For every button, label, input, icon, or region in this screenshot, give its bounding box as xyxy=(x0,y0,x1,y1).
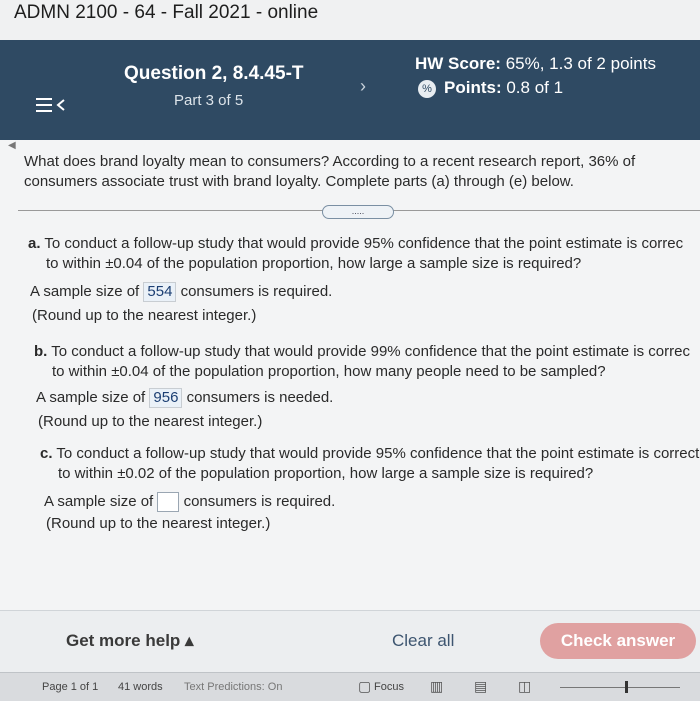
word-count: 41 words xyxy=(118,681,163,693)
question-title: Question 2, 8.4.45-T xyxy=(124,63,304,84)
part-c-answer-input[interactable] xyxy=(157,492,180,513)
part-c-hint: (Round up to the nearest integer.) xyxy=(46,515,271,532)
part-c-answer-prefix: A sample size of xyxy=(44,493,154,510)
focus-label[interactable]: Focus xyxy=(374,681,404,693)
points: % Points: 0.8 of 1 xyxy=(418,78,563,98)
window-title-bar: ADMN 2100 - 64 - Fall 2021 - online xyxy=(0,0,700,41)
window-title: ADMN 2100 - 64 - Fall 2021 - online xyxy=(14,2,319,23)
hw-score-value: 65%, 1.3 of 2 points xyxy=(505,54,656,73)
part-c-question: c. To conduct a follow-up study that wou… xyxy=(40,444,699,484)
part-a-hint: (Round up to the nearest integer.) xyxy=(32,307,257,324)
print-layout-icon[interactable]: ▤ xyxy=(474,678,487,695)
hw-score-label: HW Score: xyxy=(415,54,501,73)
part-c-answer: A sample size of consumers is required. xyxy=(44,492,336,513)
partial-credit-icon: % xyxy=(418,79,436,98)
points-value: 0.8 of 1 xyxy=(506,78,564,97)
part-b-answer: A sample size of 956 consumers is needed… xyxy=(36,388,333,408)
hw-score: HW Score: 65%, 1.3 of 2 points xyxy=(415,54,656,74)
check-answer-button[interactable]: Check answer xyxy=(540,623,696,659)
part-c-letter: c. xyxy=(40,445,53,462)
clear-all-button[interactable]: Clear all xyxy=(392,631,454,651)
focus-icon[interactable]: ▢ xyxy=(358,678,371,695)
collapse-left-icon[interactable]: ◀ xyxy=(8,140,16,151)
more-button[interactable]: ..... xyxy=(322,205,394,219)
chevron-right-icon[interactable]: › xyxy=(360,76,366,97)
question-header: Question 2, 8.4.45-T Part 3 of 5 › HW Sc… xyxy=(0,40,700,140)
part-b-answer-input[interactable]: 956 xyxy=(149,388,183,408)
question-footer: Get more help ▴ Clear all Check answer xyxy=(0,610,700,673)
question-content: ◀ What does brand loyalty mean to consum… xyxy=(0,140,700,610)
part-b-question: b. To conduct a follow-up study that wou… xyxy=(34,342,690,382)
part-a-line2: to within ±0.04 of the population propor… xyxy=(46,255,582,272)
part-a-line1: To conduct a follow-up study that would … xyxy=(44,235,684,252)
part-a-answer-suffix: consumers is required. xyxy=(180,283,333,300)
hamburger-back-icon[interactable] xyxy=(30,90,74,120)
points-label: Points: xyxy=(444,78,502,97)
part-b-answer-prefix: A sample size of xyxy=(36,389,146,406)
part-a-letter: a. xyxy=(28,235,41,252)
question-intro: What does brand loyalty mean to consumer… xyxy=(24,153,636,190)
read-mode-icon[interactable]: ▥ xyxy=(430,678,443,695)
part-b-line2: to within ±0.04 of the population propor… xyxy=(52,363,606,380)
part-c-answer-suffix: consumers is required. xyxy=(183,493,336,510)
part-a-answer: A sample size of 554 consumers is requir… xyxy=(30,282,332,302)
part-b-hint: (Round up to the nearest integer.) xyxy=(38,413,263,430)
status-bar: Page 1 of 1 41 words Text Predictions: O… xyxy=(0,672,700,701)
part-a-question: a. To conduct a follow-up study that wou… xyxy=(28,234,683,274)
question-part: Part 3 of 5 xyxy=(174,92,244,109)
part-c-line1: To conduct a follow-up study that would … xyxy=(56,445,700,462)
part-a-answer-prefix: A sample size of xyxy=(30,283,140,300)
part-b-line1: To conduct a follow-up study that would … xyxy=(51,343,690,360)
part-a-answer-input[interactable]: 554 xyxy=(143,282,177,302)
part-b-letter: b. xyxy=(34,343,48,360)
get-more-help-button[interactable]: Get more help ▴ xyxy=(66,631,194,651)
part-b-answer-suffix: consumers is needed. xyxy=(186,389,334,406)
web-layout-icon[interactable]: ◫ xyxy=(518,678,531,695)
zoom-thumb[interactable] xyxy=(625,681,628,693)
text-predictions: Text Predictions: On xyxy=(184,681,283,693)
part-c-line2: to within ±0.02 of the population propor… xyxy=(58,465,594,482)
page-count: Page 1 of 1 xyxy=(42,681,99,693)
zoom-slider[interactable] xyxy=(560,687,680,688)
